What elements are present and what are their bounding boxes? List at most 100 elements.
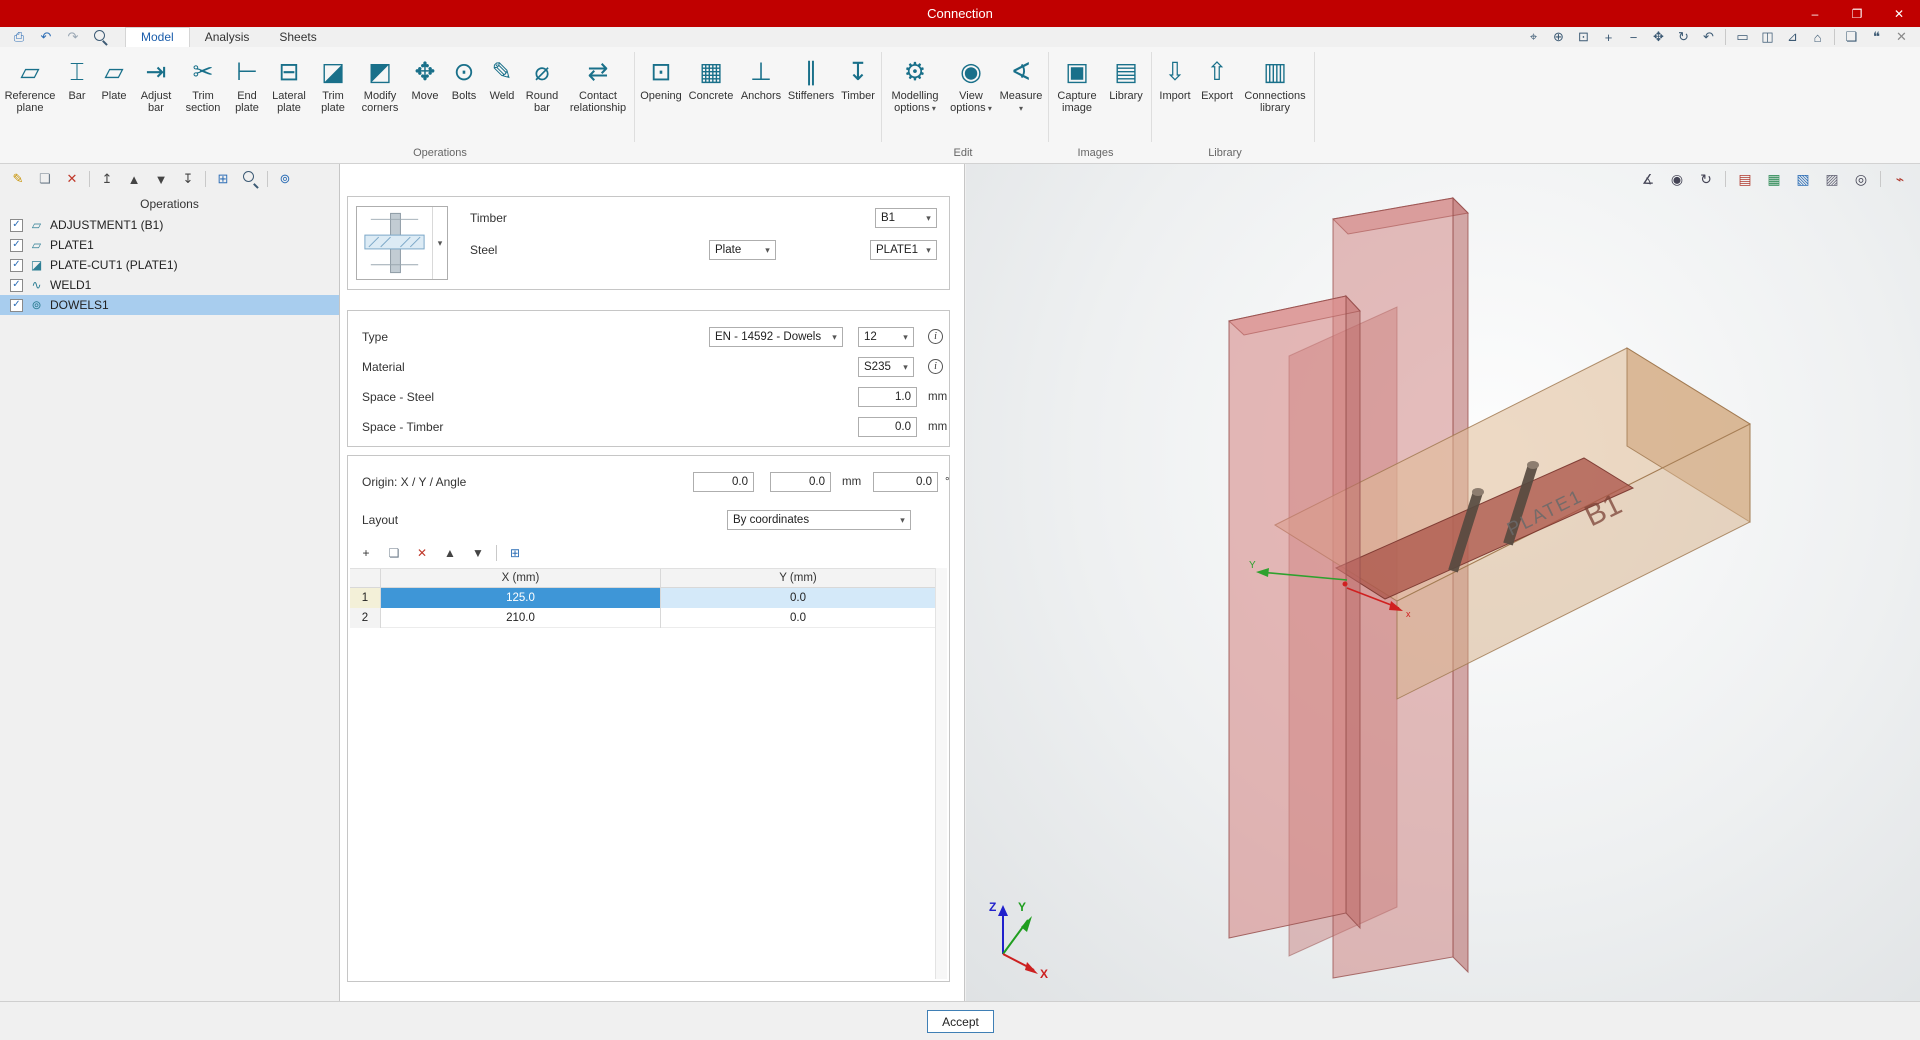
redo-button[interactable]: ↷ xyxy=(64,28,82,46)
screenshot-icon[interactable]: ❏ xyxy=(1843,29,1860,45)
delete-operation-icon[interactable]: ✕ xyxy=(62,169,82,189)
stiffeners-button[interactable]: ∥ Stiffeners xyxy=(787,50,835,141)
end-plate-button[interactable]: ⊢ End plate xyxy=(230,50,264,141)
feedback-icon[interactable]: ❝ xyxy=(1868,29,1885,45)
close-button[interactable]: ✕ xyxy=(1878,0,1920,27)
contact-relationship-button[interactable]: ⇄ Contact relationship xyxy=(566,50,630,141)
checkbox[interactable]: ✓ xyxy=(10,278,23,292)
move-button[interactable]: ✥ Move xyxy=(408,50,442,141)
trim-section-button[interactable]: ✂ Trim section xyxy=(180,50,226,141)
move-bottom-icon[interactable]: ↧ xyxy=(178,169,198,189)
delete-row-icon[interactable]: ✕ xyxy=(412,543,432,563)
operation-dowels1[interactable]: ✓ ⊚ DOWELS1 xyxy=(0,295,339,315)
add-row-icon[interactable]: + xyxy=(356,543,376,563)
close-view-icon[interactable]: ✕ xyxy=(1893,29,1910,45)
accept-button[interactable]: Accept xyxy=(927,1010,994,1033)
checkbox[interactable]: ✓ xyxy=(10,258,23,272)
weld-button[interactable]: ✎ Weld xyxy=(486,50,518,141)
zoom-window-icon[interactable]: ⊡ xyxy=(1575,29,1592,45)
timber-member-select[interactable]: B1 ▾ xyxy=(875,208,937,228)
row-down-icon[interactable]: ▼ xyxy=(468,543,488,563)
check-icon[interactable]: ▦ xyxy=(1764,169,1784,189)
dowel-size-select[interactable]: 12 ▾ xyxy=(858,327,914,347)
material-info-icon[interactable]: i xyxy=(928,359,943,374)
tab-sheets[interactable]: Sheets xyxy=(264,28,331,47)
steel-type-select[interactable]: Plate ▾ xyxy=(709,240,776,260)
measure-button[interactable]: ∢ Measure xyxy=(998,50,1044,141)
lateral-plate-button[interactable]: ⊟ Lateral plate xyxy=(268,50,310,141)
report-icon[interactable]: ▤ xyxy=(1735,169,1755,189)
anchors-button[interactable]: ⊥ Anchors xyxy=(739,50,783,141)
x-cell[interactable]: 125.0 xyxy=(381,588,661,608)
move-down-icon[interactable]: ▼ xyxy=(151,169,171,189)
table-options-icon[interactable]: ⊞ xyxy=(505,543,525,563)
round-bar-button[interactable]: ⌀ Round bar xyxy=(522,50,562,141)
space-timber-input[interactable] xyxy=(858,417,917,437)
dimension-icon[interactable]: ∡ xyxy=(1638,169,1658,189)
origin-y-input[interactable] xyxy=(770,472,831,492)
undo-button[interactable]: ↶ xyxy=(37,28,55,46)
bolts-button[interactable]: ⊙ Bolts xyxy=(446,50,482,141)
timber-button[interactable]: ↧ Timber xyxy=(839,50,877,141)
search-operations-icon[interactable] xyxy=(240,169,260,189)
x-cell[interactable]: 210.0 xyxy=(381,608,661,628)
visibility-icon[interactable]: ◉ xyxy=(1667,169,1687,189)
origin-x-input[interactable] xyxy=(693,472,754,492)
dowel-type-select[interactable]: EN - 14592 - Dowels ▾ xyxy=(709,327,843,347)
operation-plate1[interactable]: ✓ ▱ PLATE1 xyxy=(0,235,339,255)
export-button[interactable]: ⇧ Export xyxy=(1198,50,1236,141)
y-cell[interactable]: 0.0 xyxy=(661,588,935,608)
group-tree-icon[interactable]: ⊞ xyxy=(213,169,233,189)
solid-view-icon[interactable]: ▧ xyxy=(1793,169,1813,189)
material-select[interactable]: S235 ▾ xyxy=(858,357,914,377)
capture-image-button[interactable]: ▣ Capture image xyxy=(1053,50,1101,141)
copy-row-icon[interactable]: ❏ xyxy=(384,543,404,563)
3d-viewport[interactable]: PLATE1 B1 Y x Z Y X ∡ ◉ ↻ ▤ ▦ ▧ ▨ ◎ ⌁ xyxy=(966,164,1920,1001)
orbit-icon[interactable]: ↻ xyxy=(1675,29,1692,45)
y-cell[interactable]: 0.0 xyxy=(661,608,935,628)
steel-plate-select[interactable]: PLATE1 ▾ xyxy=(870,240,937,260)
modify-corners-button[interactable]: ◩ Modify corners xyxy=(356,50,404,141)
library-button[interactable]: ▤ Library xyxy=(1105,50,1147,141)
minimize-button[interactable]: – xyxy=(1794,0,1836,27)
orbit-view-icon[interactable]: ↻ xyxy=(1696,169,1716,189)
pan-icon[interactable]: ✥ xyxy=(1650,29,1667,45)
reference-plane-button[interactable]: ▱ Reference plane xyxy=(2,50,58,141)
move-top-icon[interactable]: ↥ xyxy=(97,169,117,189)
view-layout-icon[interactable]: ▭ xyxy=(1734,29,1751,45)
connector-icon[interactable]: ⌁ xyxy=(1890,169,1910,189)
operation-weld1[interactable]: ✓ ∿ WELD1 xyxy=(0,275,339,295)
restore-button[interactable]: ❐ xyxy=(1836,0,1878,27)
connections-library-button[interactable]: ▥ Connections library xyxy=(1240,50,1310,141)
checkbox[interactable]: ✓ xyxy=(10,298,23,312)
copy-operation-icon[interactable]: ❏ xyxy=(35,169,55,189)
save-button[interactable]: ⎙ xyxy=(10,28,28,46)
tab-analysis[interactable]: Analysis xyxy=(190,28,265,47)
search-button[interactable] xyxy=(91,28,109,46)
plate-button[interactable]: ▱ Plate xyxy=(96,50,132,141)
coordinate-row-1[interactable]: 1 125.0 0.0 xyxy=(350,588,935,608)
zoom-out-icon[interactable]: − xyxy=(1625,30,1642,45)
zoom-selected-icon[interactable]: ⌖ xyxy=(1525,29,1542,45)
import-button[interactable]: ⇩ Import xyxy=(1156,50,1194,141)
row-up-icon[interactable]: ▲ xyxy=(440,543,460,563)
checkbox[interactable]: ✓ xyxy=(10,238,23,252)
zoom-extents-icon[interactable]: ⊕ xyxy=(1550,29,1567,45)
type-info-icon[interactable]: i xyxy=(928,329,943,344)
tab-model[interactable]: Model xyxy=(125,27,190,47)
trim-plate-button[interactable]: ◪ Trim plate xyxy=(314,50,352,141)
adjust-bar-button[interactable]: ⇥ Adjust bar xyxy=(136,50,176,141)
opening-button[interactable]: ⊡ Opening xyxy=(639,50,683,141)
space-steel-input[interactable] xyxy=(858,387,917,407)
home-view-icon[interactable]: ⌂ xyxy=(1809,30,1826,45)
zoom-in-icon[interactable]: + xyxy=(1600,30,1617,45)
layers-icon[interactable]: ▨ xyxy=(1822,169,1842,189)
operation-plate-cut1[interactable]: ✓ ◪ PLATE-CUT1 (PLATE1) xyxy=(0,255,339,275)
split-view-icon[interactable]: ◫ xyxy=(1759,29,1776,45)
table-scrollbar[interactable] xyxy=(935,568,947,979)
origin-angle-input[interactable] xyxy=(873,472,938,492)
filter-icon[interactable]: ⊚ xyxy=(275,169,295,189)
wireframe-icon[interactable]: ◎ xyxy=(1851,169,1871,189)
modelling-options-button[interactable]: ⚙ Modelling options xyxy=(886,50,944,141)
coordinate-row-2[interactable]: 2 210.0 0.0 xyxy=(350,608,935,628)
